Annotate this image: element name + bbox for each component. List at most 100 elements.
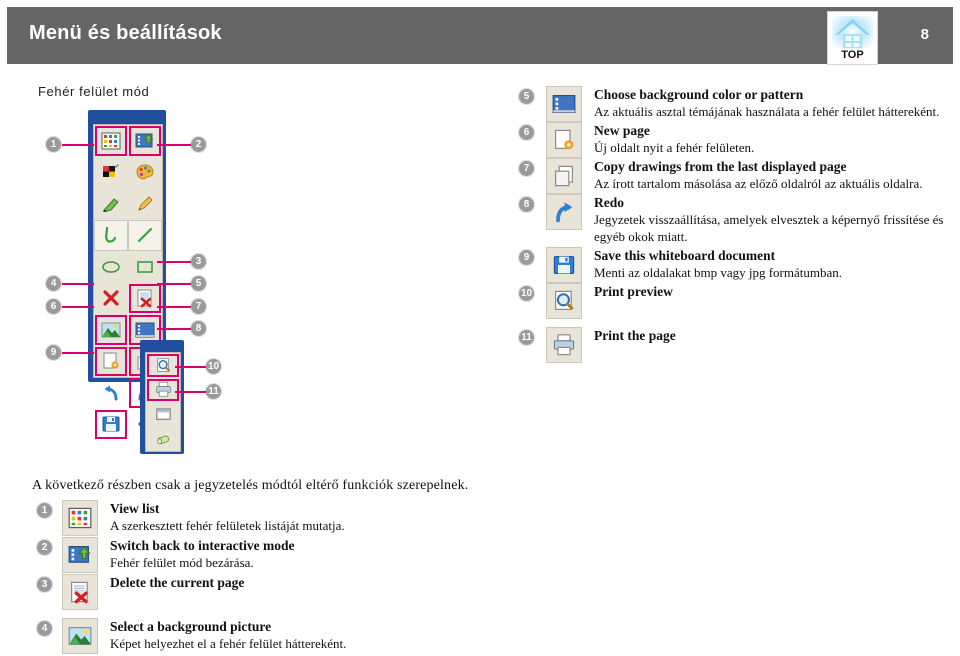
callout-badge: 8 — [518, 196, 535, 213]
list-item: 8 Redo Jegyzetek visszaállítása, amelyek… — [518, 194, 948, 245]
callout-11: 11 — [205, 383, 222, 400]
top-logo-label: TOP — [841, 49, 864, 61]
callout-badge: 2 — [190, 136, 207, 153]
window-icon — [155, 407, 171, 420]
callout-badge: 2 — [36, 539, 53, 556]
switch-interactive-mode-glyph — [68, 546, 91, 563]
highlighter-icon — [103, 198, 119, 212]
highlight-box — [129, 126, 161, 156]
background-picture-icon — [62, 618, 98, 654]
toolbar-button-background-picture[interactable] — [94, 314, 128, 346]
callout-line-9 — [62, 352, 94, 354]
pencil-icon — [138, 196, 153, 211]
whiteboard-toolbar-secondary — [140, 340, 184, 454]
toolbar-button-save[interactable] — [94, 409, 128, 441]
toolbar-button-window[interactable] — [146, 402, 180, 427]
delete-current-page-glyph — [71, 581, 88, 604]
toolbar-button-switch-interactive[interactable] — [128, 125, 162, 157]
background-color-pattern-icon — [546, 86, 582, 122]
toolbar-button-highlighter[interactable] — [94, 188, 128, 220]
highlight-box — [95, 409, 127, 439]
page-number: 8 — [920, 26, 929, 43]
callout-4: 4 — [45, 275, 62, 292]
callout-5: 5 — [190, 275, 207, 292]
top-logo[interactable]: TOP — [827, 11, 878, 65]
function-title: New page — [594, 123, 650, 138]
function-title: Switch back to interactive mode — [110, 538, 295, 553]
highlight-box — [95, 346, 127, 376]
toolbar-button-freehand-curve[interactable] — [94, 219, 128, 251]
toolbar-button-rectangle[interactable] — [128, 251, 162, 283]
ellipse-icon — [102, 260, 120, 273]
freehand-curve-icon — [105, 227, 117, 243]
toolbar-button-eraser[interactable] — [146, 427, 180, 452]
callout-badge: 1 — [36, 502, 53, 519]
callout-line-10 — [175, 366, 206, 368]
list-item: 9 Save this whiteboard document Menti az… — [518, 247, 948, 283]
callout-line-7 — [157, 306, 191, 308]
callout-badge: 7 — [518, 160, 535, 177]
callout-badge: 7 — [190, 298, 207, 315]
highlight-box — [95, 126, 127, 156]
list-item: 7 Copy drawings from the last displayed … — [518, 158, 948, 194]
function-title: Choose background color or pattern — [594, 87, 804, 102]
clear-all-icon — [103, 290, 119, 306]
function-desc: Fehér felület mód bezárása. — [110, 555, 254, 570]
toolbar-button-pencil[interactable] — [128, 188, 162, 220]
callout-1: 1 — [45, 136, 62, 153]
callout-badge: 1 — [45, 136, 62, 153]
toolbar-button-print-page[interactable] — [146, 378, 180, 403]
new-page-glyph — [555, 129, 574, 150]
switch-interactive-mode-icon — [62, 537, 98, 573]
redo-glyph — [556, 202, 573, 223]
callout-badge: 10 — [205, 358, 222, 375]
callout-badge: 3 — [36, 576, 53, 593]
function-title: View list — [110, 501, 160, 516]
function-title: Print preview — [594, 284, 673, 299]
highlight-box — [129, 283, 161, 313]
list-item: 2 Switch back to interactive mode Fehér … — [36, 537, 506, 573]
background-color-pattern-glyph — [552, 95, 576, 113]
whiteboard-only-function-list: 1 View list A szerkesztett fehér felület… — [36, 500, 506, 655]
function-title: Print the page — [594, 328, 676, 343]
callout-line-5 — [157, 283, 191, 285]
function-title: Delete the current page — [110, 575, 245, 590]
callout-badge: 5 — [518, 88, 535, 105]
list-item: 11 Print the page — [518, 327, 948, 363]
callout-badge: 4 — [45, 275, 62, 292]
view-list-icon — [62, 500, 98, 536]
toolbar-button-new-page[interactable] — [94, 346, 128, 378]
callout-badge: 6 — [45, 298, 62, 315]
function-desc: Az írott tartalom másolása az előző olda… — [594, 176, 923, 191]
function-title: Select a background picture — [110, 619, 272, 634]
new-page-icon — [546, 122, 582, 158]
function-description-list: 5 Choose background color or pattern Az … — [518, 86, 948, 363]
color-swatch-icon — [103, 164, 119, 178]
list-item: 1 View list A szerkesztett fehér felület… — [36, 500, 506, 536]
view-list-glyph — [68, 507, 92, 529]
callout-line-6 — [62, 306, 94, 308]
toolbar-button-view-list[interactable] — [94, 125, 128, 157]
callout-9: 9 — [45, 344, 62, 361]
callout-2: 2 — [190, 136, 207, 153]
callout-line-11 — [175, 391, 206, 393]
toolbar-button-clear-all[interactable] — [94, 283, 128, 315]
toolbar-button-color-swatch[interactable] — [94, 157, 128, 189]
function-title: Copy drawings from the last displayed pa… — [594, 159, 847, 174]
toolbar-button-undo[interactable] — [94, 377, 128, 409]
callout-line-4 — [62, 283, 94, 285]
callout-badge: 5 — [190, 275, 207, 292]
list-item: 6 New page Új oldalt nyit a fehér felüle… — [518, 122, 948, 158]
callout-badge: 9 — [45, 344, 62, 361]
page-header: Menü és beállítások TOP 8 — [7, 7, 953, 65]
save-document-icon — [546, 247, 582, 283]
toolbar-button-delete-page[interactable] — [128, 283, 162, 315]
straight-line-icon — [137, 228, 153, 243]
toolbar-button-ellipse[interactable] — [94, 251, 128, 283]
toolbar-button-straight-line[interactable] — [128, 219, 162, 251]
callout-8: 8 — [190, 320, 207, 337]
delete-current-page-icon — [62, 574, 98, 610]
list-item: 3 Delete the current page — [36, 574, 506, 610]
toolbar-button-palette[interactable] — [128, 157, 162, 189]
copy-drawings-icon — [546, 158, 582, 194]
